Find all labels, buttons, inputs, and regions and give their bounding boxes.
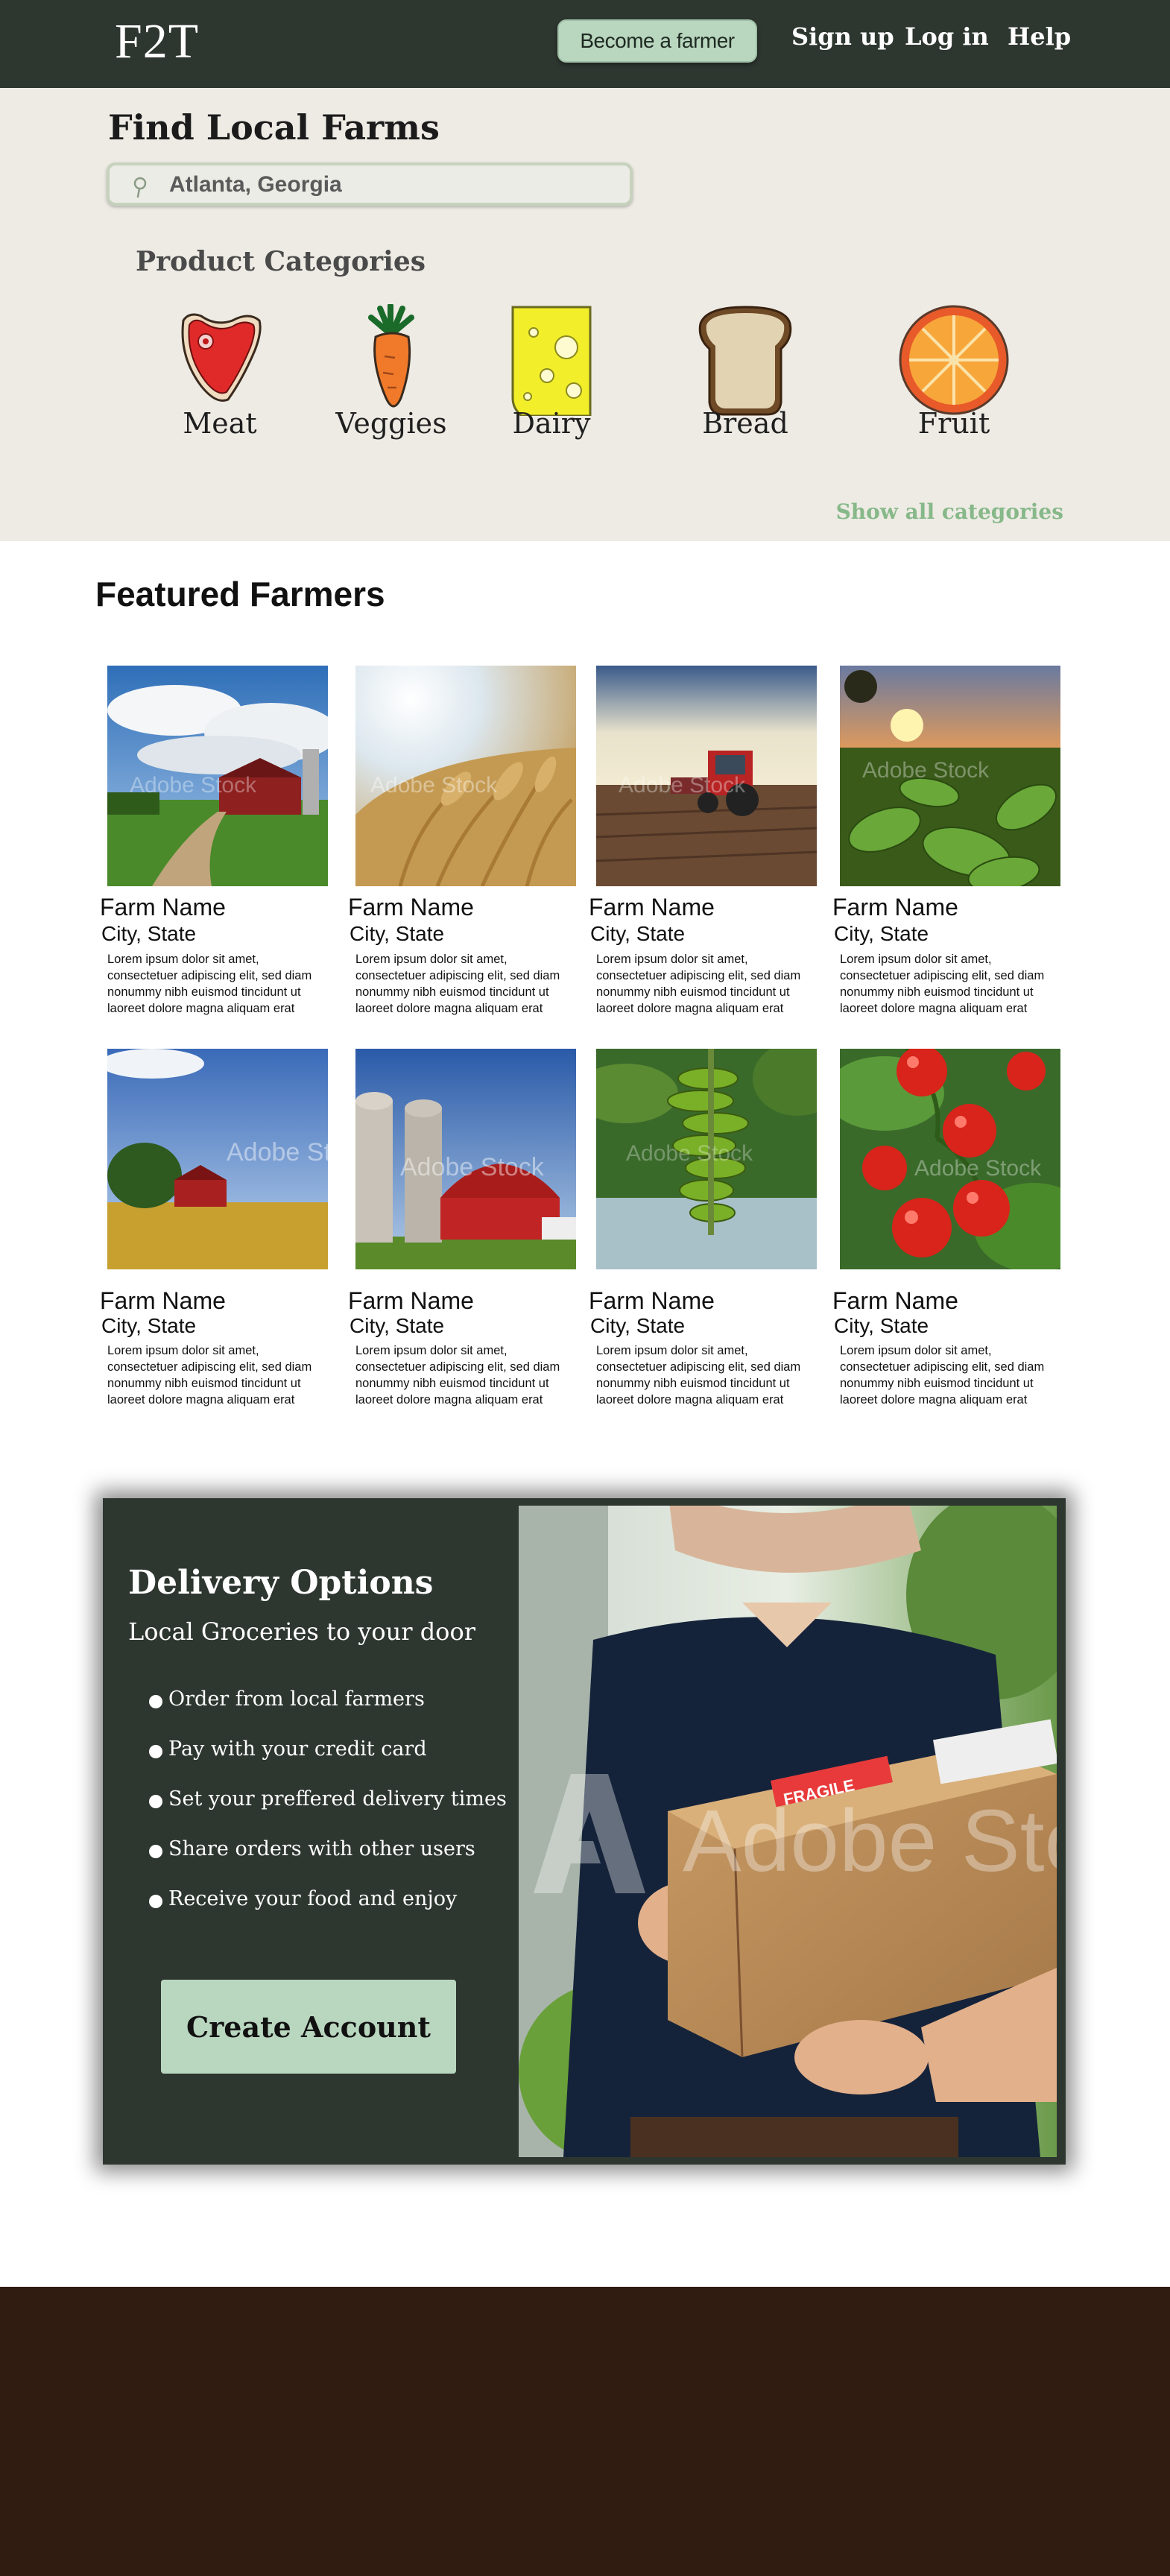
red-barn-field-photo[interactable]: Adobe Stock	[107, 1049, 328, 1269]
crop-sunset-photo[interactable]: Adobe Stock	[840, 666, 1060, 886]
farm-description: Lorem ipsum dolor sit amet, consectetuer…	[840, 953, 1045, 1015]
location-search[interactable]	[107, 162, 633, 206]
farm-location: City, State	[834, 1314, 929, 1337]
list-item: Pay with your credit card	[149, 1737, 507, 1787]
svg-text:Adobe Stock: Adobe Stock	[227, 1138, 328, 1167]
svg-text:Adobe Stock: Adobe Stock	[619, 773, 746, 798]
farm-location: City, State	[834, 922, 929, 945]
svg-text:Adobe Stock: Adobe Stock	[914, 1156, 1042, 1181]
list-item: Order from local farmers	[149, 1688, 507, 1737]
signup-link[interactable]: Sign up	[791, 22, 894, 51]
farm-name[interactable]: Farm Name	[589, 1287, 715, 1315]
silo-barn-photo[interactable]: Adobe Stock	[355, 1049, 576, 1269]
bananas-photo[interactable]: Adobe Stock	[596, 1049, 817, 1269]
delivery-panel: Delivery Options Local Groceries to your…	[103, 1498, 1066, 2165]
svg-text:Adobe Stock: Adobe Stock	[400, 1153, 545, 1181]
farm-description: Lorem ipsum dolor sit amet, consectetuer…	[355, 953, 560, 1015]
bread-icon	[698, 306, 792, 416]
svg-text:Adobe Stock: Adobe Stock	[370, 773, 498, 798]
page-title: Find Local Farms	[108, 107, 440, 148]
become-farmer-button[interactable]: Become a farmer	[557, 19, 757, 63]
category-label-fruit: Fruit	[917, 407, 990, 440]
list-item: Set your preffered delivery times	[149, 1787, 507, 1837]
categories-heading: Product Categories	[136, 246, 426, 277]
create-account-button[interactable]: Create Account	[161, 1980, 456, 2074]
farm-location: City, State	[590, 922, 686, 945]
category-label-veggies: Veggies	[335, 407, 447, 440]
tomatoes-photo[interactable]: Adobe Stock	[840, 1049, 1060, 1269]
farm-name[interactable]: Farm Name	[100, 894, 226, 921]
farm-name[interactable]: Farm Name	[589, 894, 715, 921]
delivery-title: Delivery Options	[128, 1564, 434, 1602]
svg-text:Adobe Stock: Adobe Stock	[862, 758, 990, 783]
bullet-icon	[149, 1895, 162, 1908]
svg-text:Adobe Stock: Adobe Stock	[130, 773, 257, 798]
orange-icon	[899, 305, 1009, 415]
list-item: Share orders with other users	[149, 1837, 507, 1887]
farm-description: Lorem ipsum dolor sit amet, consectetuer…	[355, 1344, 560, 1407]
category-label-dairy: Dairy	[512, 407, 591, 440]
category-label-bread: Bread	[702, 407, 788, 440]
carrot-icon	[368, 304, 414, 408]
svg-text:Adobe Stock: Adobe Stock	[626, 1141, 753, 1166]
search-icon	[133, 177, 147, 198]
category-dairy[interactable]: Dairy	[492, 304, 611, 440]
list-item: Receive your food and enjoy	[149, 1887, 507, 1937]
login-link[interactable]: Log in	[905, 22, 989, 51]
delivery-feature-list: Order from local farmers Pay with your c…	[149, 1688, 507, 1937]
tractor-photo[interactable]: Adobe Stock	[596, 666, 817, 886]
farm-name[interactable]: Farm Name	[348, 1287, 474, 1315]
farm-description: Lorem ipsum dolor sit amet, consectetuer…	[596, 1344, 801, 1407]
category-veggies[interactable]: Veggies	[332, 304, 451, 440]
site-footer	[0, 2287, 1170, 2576]
bullet-icon	[149, 1745, 162, 1758]
search-hero: Find Local Farms Product Categories Meat…	[0, 88, 1170, 541]
category-fruit[interactable]: Fruit	[887, 304, 1021, 440]
farm-name[interactable]: Farm Name	[100, 1287, 226, 1315]
farm-description: Lorem ipsum dolor sit amet, consectetuer…	[596, 953, 801, 1015]
farm-location: City, State	[590, 1314, 686, 1337]
bullet-icon	[149, 1795, 162, 1808]
search-input[interactable]	[169, 170, 616, 200]
farm-description: Lorem ipsum dolor sit amet, consectetuer…	[107, 1344, 312, 1407]
farm-location: City, State	[350, 1314, 445, 1337]
farm-description: Lorem ipsum dolor sit amet, consectetuer…	[107, 953, 312, 1015]
farm-location: City, State	[350, 922, 445, 945]
show-all-categories-link[interactable]: Show all categories	[836, 499, 1063, 524]
category-meat[interactable]: Meat	[156, 304, 283, 440]
steak-icon	[181, 313, 262, 402]
category-label-meat: Meat	[183, 407, 257, 440]
farm-location: City, State	[101, 1314, 197, 1337]
featured-heading: Featured Farmers	[95, 575, 385, 613]
svg-text:Adobe Sto: Adobe Sto	[683, 1792, 1057, 1890]
farm-location: City, State	[101, 922, 197, 945]
farm-road-barn-photo[interactable]: Adobe Stock	[107, 666, 328, 886]
bullet-icon	[149, 1695, 162, 1708]
farm-name[interactable]: Farm Name	[348, 894, 474, 921]
delivery-person-photo: FRAGILE Adobe Sto	[519, 1506, 1057, 2157]
farm-description: Lorem ipsum dolor sit amet, consectetuer…	[840, 1344, 1045, 1407]
category-bread[interactable]: Bread	[678, 304, 812, 440]
site-logo[interactable]: F2T	[115, 13, 199, 70]
wheat-field-photo[interactable]: Adobe Stock	[355, 666, 576, 886]
top-nav: F2T Become a farmer Sign up Log in Help	[0, 0, 1170, 88]
farm-name[interactable]: Farm Name	[832, 894, 958, 921]
delivery-subtitle: Local Groceries to your door	[128, 1617, 475, 1646]
farm-name[interactable]: Farm Name	[832, 1287, 958, 1315]
bullet-icon	[149, 1845, 162, 1858]
help-link[interactable]: Help	[1008, 22, 1071, 51]
cheese-icon	[511, 306, 592, 416]
